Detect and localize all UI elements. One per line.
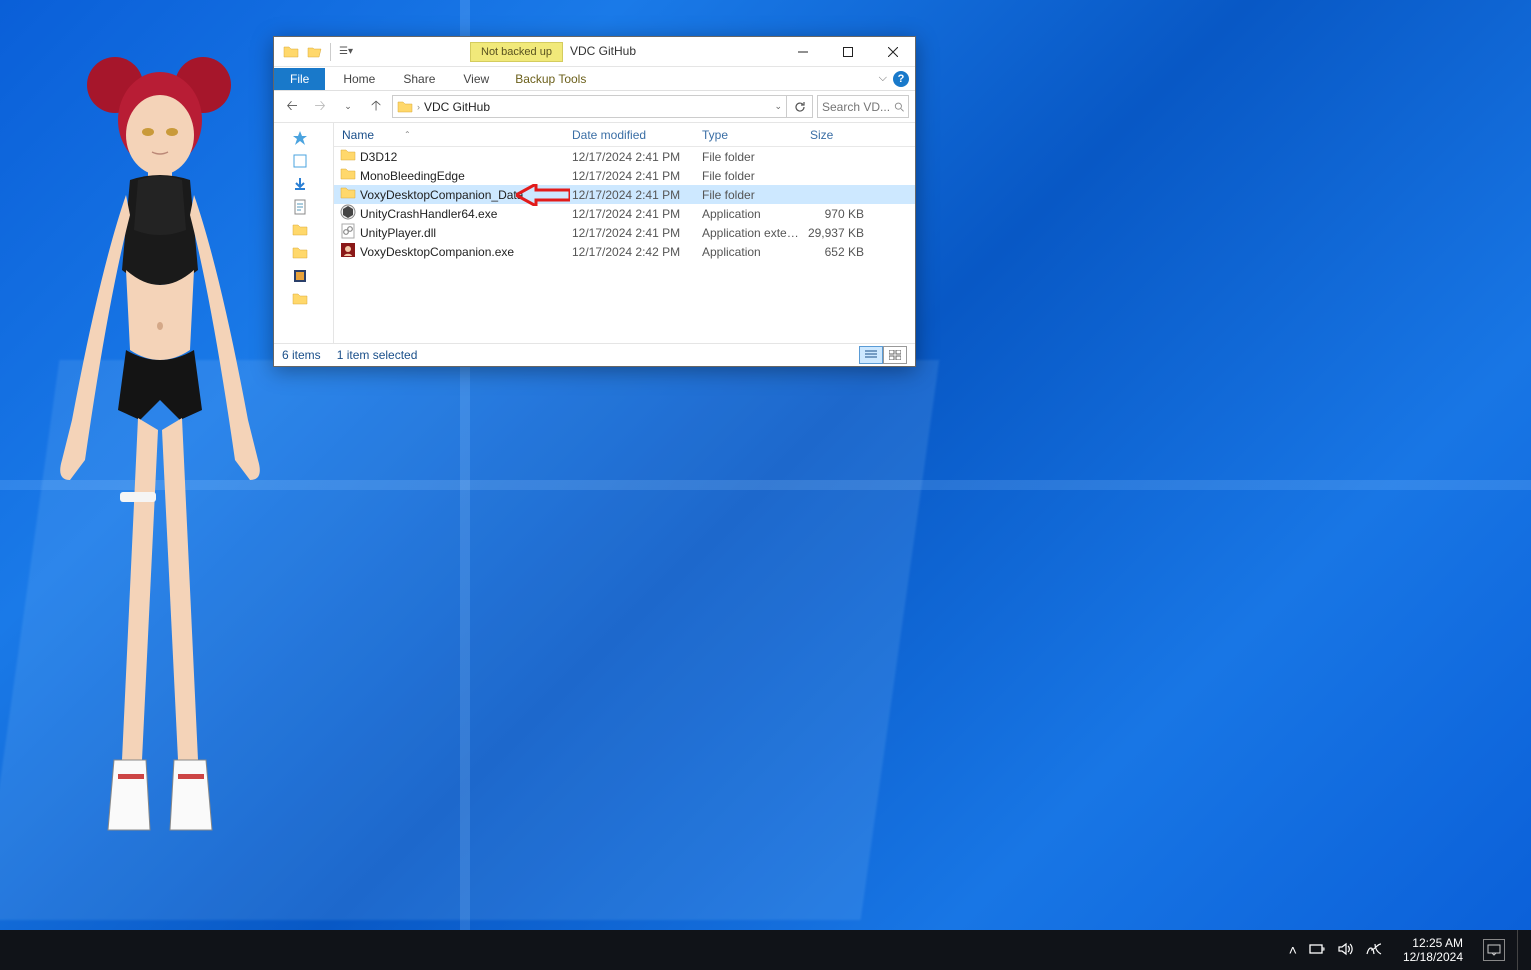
volume-icon[interactable] [1337, 942, 1353, 959]
status-bar: 6 items 1 item selected [274, 343, 915, 366]
folder-icon [280, 41, 302, 63]
file-type: Application [694, 245, 802, 259]
qat-customize-icon[interactable]: ☰▾ [335, 41, 357, 63]
file-row[interactable]: UnityCrashHandler64.exe 12/17/2024 2:41 P… [334, 204, 915, 223]
taskbar[interactable]: ˄ 12:25 AM 12/18/2024 [0, 930, 1531, 970]
file-row[interactable]: MonoBleedingEdge 12/17/2024 2:41 PMFile f… [334, 166, 915, 185]
file-date: 12/17/2024 2:41 PM [564, 226, 694, 240]
file-type: Application exten... [694, 226, 802, 240]
tab-home[interactable]: Home [329, 68, 389, 90]
window-title: VDC GitHub [570, 44, 636, 58]
file-name: UnityPlayer.dll [360, 226, 436, 240]
close-button[interactable] [870, 37, 915, 66]
file-icon [340, 147, 356, 166]
status-item-count: 6 items [282, 348, 321, 362]
file-row[interactable]: VoxyDesktopCompanion_Data 12/17/2024 2:41… [334, 185, 915, 204]
file-type: File folder [694, 150, 802, 164]
file-icon [340, 185, 356, 204]
view-details-button[interactable] [859, 346, 883, 364]
nav-folder[interactable] [274, 288, 333, 309]
file-row[interactable]: UnityPlayer.dll 12/17/2024 2:41 PMApplica… [334, 223, 915, 242]
input-language-icon[interactable] [1365, 942, 1383, 959]
breadcrumb[interactable]: VDC GitHub [424, 100, 490, 114]
search-icon [894, 101, 904, 113]
status-selected-count: 1 item selected [337, 348, 418, 362]
file-date: 12/17/2024 2:41 PM [564, 188, 694, 202]
file-row[interactable]: VoxyDesktopCompanion.exe 12/17/2024 2:42 … [334, 242, 915, 261]
folder-icon [397, 99, 413, 115]
nav-quick-access[interactable] [274, 127, 333, 148]
taskbar-clock[interactable]: 12:25 AM 12/18/2024 [1395, 936, 1471, 964]
file-type: File folder [694, 188, 802, 202]
nav-downloads[interactable] [274, 173, 333, 194]
ribbon-collapse-icon[interactable]: ⌵ [879, 72, 887, 85]
file-date: 12/17/2024 2:42 PM [564, 245, 694, 259]
file-type: File folder [694, 169, 802, 183]
titlebar[interactable]: ☰▾ Not backed up VDC GitHub [274, 37, 915, 67]
tab-file[interactable]: File [274, 68, 325, 90]
file-name: VoxyDesktopCompanion_Data [360, 188, 523, 202]
column-header-type[interactable]: Type [694, 128, 802, 142]
search-field[interactable] [822, 100, 894, 114]
file-size: 652 KB [802, 245, 872, 259]
tab-share[interactable]: Share [389, 68, 449, 90]
address-bar[interactable]: › VDC GitHub ⌄ [392, 95, 787, 118]
column-header-name[interactable]: Name⌃ [334, 128, 564, 142]
navigation-pane[interactable] [274, 123, 334, 343]
file-icon [340, 204, 356, 223]
nav-folder[interactable] [274, 219, 333, 240]
file-size: 970 KB [802, 207, 872, 221]
file-type: Application [694, 207, 802, 221]
search-input[interactable] [817, 95, 909, 118]
tab-view[interactable]: View [449, 68, 503, 90]
nav-folder[interactable] [274, 242, 333, 263]
nav-item[interactable] [274, 265, 333, 286]
file-date: 12/17/2024 2:41 PM [564, 169, 694, 183]
file-size: 29,937 KB [802, 226, 872, 240]
file-icon [340, 242, 356, 261]
file-name: MonoBleedingEdge [360, 169, 465, 183]
file-explorer-window: ☰▾ Not backed up VDC GitHub File Home Sh… [273, 36, 916, 367]
nav-up-button[interactable]: 🡡 [364, 95, 388, 119]
column-header-date[interactable]: Date modified [564, 128, 694, 142]
nav-recent-dropdown[interactable]: ⌄ [336, 95, 360, 119]
address-dropdown-icon[interactable]: ⌄ [774, 101, 782, 112]
tray-overflow-icon[interactable]: ˄ [1289, 942, 1297, 958]
nav-forward-button[interactable]: 🡢 [308, 95, 332, 119]
file-name: D3D12 [360, 150, 397, 164]
nav-documents[interactable] [274, 196, 333, 217]
column-header-size[interactable]: Size [802, 128, 872, 142]
nav-back-button[interactable]: 🡠 [280, 95, 304, 119]
folder-open-icon[interactable] [304, 41, 326, 63]
file-icon [340, 223, 356, 242]
show-desktop-button[interactable] [1517, 930, 1523, 970]
system-tray: ˄ 12:25 AM 12/18/2024 [1289, 930, 1531, 970]
quick-access-toolbar: ☰▾ [274, 41, 357, 63]
refresh-button[interactable] [787, 95, 813, 118]
file-list: Name⌃ Date modified Type Size D3D12 12/17… [334, 123, 915, 343]
file-date: 12/17/2024 2:41 PM [564, 207, 694, 221]
action-center-icon[interactable] [1483, 939, 1505, 961]
maximize-button[interactable] [825, 37, 870, 66]
sort-ascending-icon: ⌃ [404, 130, 411, 139]
help-icon[interactable]: ? [893, 71, 909, 87]
file-icon [340, 166, 356, 185]
file-date: 12/17/2024 2:41 PM [564, 150, 694, 164]
minimize-button[interactable] [780, 37, 825, 66]
network-icon[interactable] [1309, 942, 1325, 959]
tab-backup-tools[interactable]: Backup Tools [503, 68, 598, 90]
view-large-icons-button[interactable] [883, 346, 907, 364]
file-name: UnityCrashHandler64.exe [360, 207, 497, 221]
nav-item[interactable] [274, 150, 333, 171]
ribbon-tabs: File Home Share View Backup Tools ⌵ ? [274, 67, 915, 91]
file-name: VoxyDesktopCompanion.exe [360, 245, 514, 259]
file-row[interactable]: D3D12 12/17/2024 2:41 PMFile folder [334, 147, 915, 166]
backup-status-badge[interactable]: Not backed up [470, 42, 563, 62]
address-toolbar: 🡠 🡢 ⌄ 🡡 › VDC GitHub ⌄ [274, 91, 915, 123]
